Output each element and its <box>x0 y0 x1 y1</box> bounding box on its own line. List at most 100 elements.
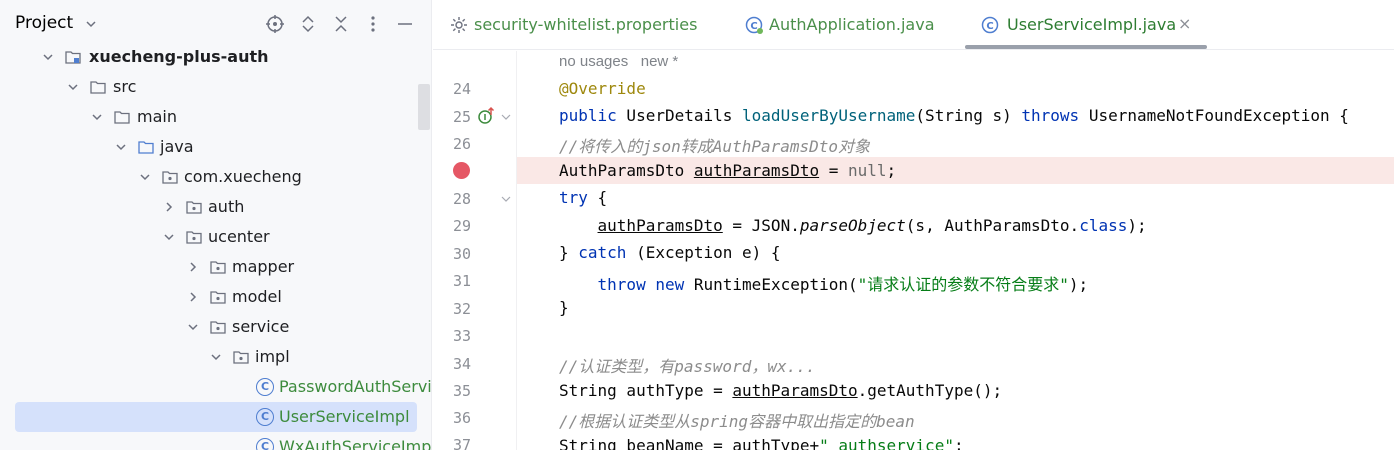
tree-item-label: impl <box>255 347 290 366</box>
svg-text:C: C <box>986 21 993 32</box>
line-number: 24 <box>452 80 471 98</box>
tab-auth-application[interactable]: C AuthApplication.java <box>733 0 953 50</box>
package-icon <box>186 231 202 244</box>
line-number: 34 <box>452 355 471 373</box>
code-line-34[interactable]: //认证类型，有password，wx... <box>559 353 816 377</box>
source-folder-icon <box>138 141 154 154</box>
package-icon <box>210 291 226 304</box>
tree-item-label: UserServiceImpl <box>279 407 410 426</box>
close-tab-icon[interactable]: × <box>1178 14 1191 33</box>
folder-icon <box>114 111 130 124</box>
collapse-all-icon[interactable] <box>331 14 351 34</box>
code-line-27[interactable]: AuthParamsDto authParamsDto = null; <box>559 161 896 180</box>
tree-item-label: mapper <box>232 257 295 276</box>
tree-item-xuecheng-plus-auth[interactable]: xuecheng-plus-auth <box>0 42 431 72</box>
code-line-26[interactable]: //将传入的json转成AuthParamsDto对象 <box>559 133 870 157</box>
code-line-32[interactable]: } <box>559 298 569 317</box>
tab-label: security-whitelist.properties <box>474 15 698 34</box>
locate-icon[interactable] <box>265 14 285 34</box>
tab-label: UserServiceImpl.java <box>1007 15 1177 34</box>
code-line-36[interactable]: //根据认证类型从spring容器中取出指定的bean <box>559 408 915 432</box>
tree-item-label: src <box>113 77 137 96</box>
tree-item-label: java <box>160 137 194 156</box>
fold-icon[interactable] <box>501 194 511 204</box>
tab-label: AuthApplication.java <box>769 15 935 34</box>
tree-item-ucenter[interactable]: ucenter <box>0 222 431 252</box>
chevron-down-icon[interactable] <box>139 171 151 183</box>
tree-item-impl[interactable]: impl <box>0 342 431 372</box>
tree-item-label: com.xuecheng <box>184 167 302 186</box>
package-icon <box>210 261 226 274</box>
line-number: 32 <box>452 300 471 318</box>
tree-item-user-service-impl[interactable]: C UserServiceImpl <box>0 402 431 432</box>
breakpoint-icon[interactable] <box>453 162 470 179</box>
chevron-right-icon[interactable] <box>163 201 175 213</box>
code-line-25[interactable]: public UserDetails loadUserByUsername(St… <box>559 106 1349 125</box>
gear-icon <box>451 17 467 33</box>
tree-item-main[interactable]: main <box>0 102 431 132</box>
package-icon <box>162 171 178 184</box>
code-line-30[interactable]: } catch (Exception e) { <box>559 243 781 262</box>
tab-security-whitelist-properties[interactable]: security-whitelist.properties <box>433 0 723 50</box>
tree-item-label: auth <box>208 197 245 216</box>
usages-inlay-hint[interactable]: no usages new * <box>559 53 678 70</box>
chevron-down-icon[interactable] <box>85 18 97 30</box>
line-number: 33 <box>452 327 471 345</box>
chevron-down-icon[interactable] <box>42 51 54 63</box>
tree-item-model[interactable]: model <box>0 282 431 312</box>
line-number: 35 <box>452 382 471 400</box>
chevron-down-icon[interactable] <box>187 321 199 333</box>
code-line-35[interactable]: String authType = authParamsDto.getAuthT… <box>559 381 1002 400</box>
chevron-down-icon[interactable] <box>115 141 127 153</box>
code-line-24[interactable]: @Override <box>559 79 646 98</box>
spring-boot-class-icon: C <box>745 16 763 34</box>
tree-item-label: main <box>137 107 177 126</box>
tree-item-java[interactable]: java <box>0 132 431 162</box>
chevron-right-icon[interactable] <box>187 291 199 303</box>
package-icon <box>233 351 249 364</box>
tree-item-auth[interactable]: auth <box>0 192 431 222</box>
more-options-icon[interactable] <box>363 14 383 34</box>
line-number: 36 <box>452 409 471 427</box>
class-icon: C <box>256 378 274 396</box>
project-tool-window: Project xuecheng-plus-auth src main java… <box>0 0 432 450</box>
code-line-37[interactable]: String beanName = authType+"_authservice… <box>559 436 964 450</box>
package-icon <box>210 321 226 334</box>
class-icon: C <box>981 16 999 34</box>
tree-item-com-xuecheng[interactable]: com.xuecheng <box>0 162 431 192</box>
tree-item-label: xuecheng-plus-auth <box>89 47 269 66</box>
active-tab-indicator <box>965 45 1207 49</box>
line-number: 28 <box>452 190 471 208</box>
tree-item-label: PasswordAuthServiceImpl <box>279 377 432 396</box>
minimize-icon[interactable] <box>395 14 415 34</box>
chevron-down-icon[interactable] <box>163 231 175 243</box>
chevron-down-icon[interactable] <box>91 111 103 123</box>
tree-item-service[interactable]: service <box>0 312 431 342</box>
project-view-selector[interactable]: Project <box>15 13 73 33</box>
line-number: 26 <box>452 135 471 153</box>
code-line-29[interactable]: authParamsDto = JSON.parseObject(s, Auth… <box>559 216 1147 235</box>
expand-all-icon[interactable] <box>298 14 318 34</box>
fold-icon[interactable] <box>501 112 511 122</box>
line-number: 37 <box>452 436 471 450</box>
tree-item-src[interactable]: src <box>0 72 431 102</box>
code-line-28[interactable]: try { <box>559 188 607 207</box>
module-folder-icon <box>65 51 81 64</box>
chevron-down-icon[interactable] <box>67 81 79 93</box>
line-number: 31 <box>452 272 471 290</box>
tree-item-password-auth-service-impl[interactable]: C PasswordAuthServiceImpl <box>0 372 432 402</box>
tree-item-wx-auth-service-impl[interactable]: C WxAuthServiceImpl <box>0 432 431 450</box>
line-number: 25 <box>452 108 471 126</box>
class-icon: C <box>256 438 274 450</box>
tree-item-label: model <box>232 287 282 306</box>
tab-user-service-impl[interactable]: C UserServiceImpl.java <box>973 0 1213 50</box>
line-number: 30 <box>452 245 471 263</box>
project-header: Project <box>0 0 431 48</box>
chevron-down-icon[interactable] <box>210 351 222 363</box>
implements-method-icon[interactable] <box>477 106 497 126</box>
chevron-right-icon[interactable] <box>187 261 199 273</box>
code-editor[interactable]: no usages new * @Override public UserDet… <box>433 51 1394 450</box>
code-line-31[interactable]: throw new RuntimeException("请求认证的参数不符合要求… <box>559 271 1089 295</box>
tree-item-label: ucenter <box>208 227 270 246</box>
tree-item-mapper[interactable]: mapper <box>0 252 431 282</box>
